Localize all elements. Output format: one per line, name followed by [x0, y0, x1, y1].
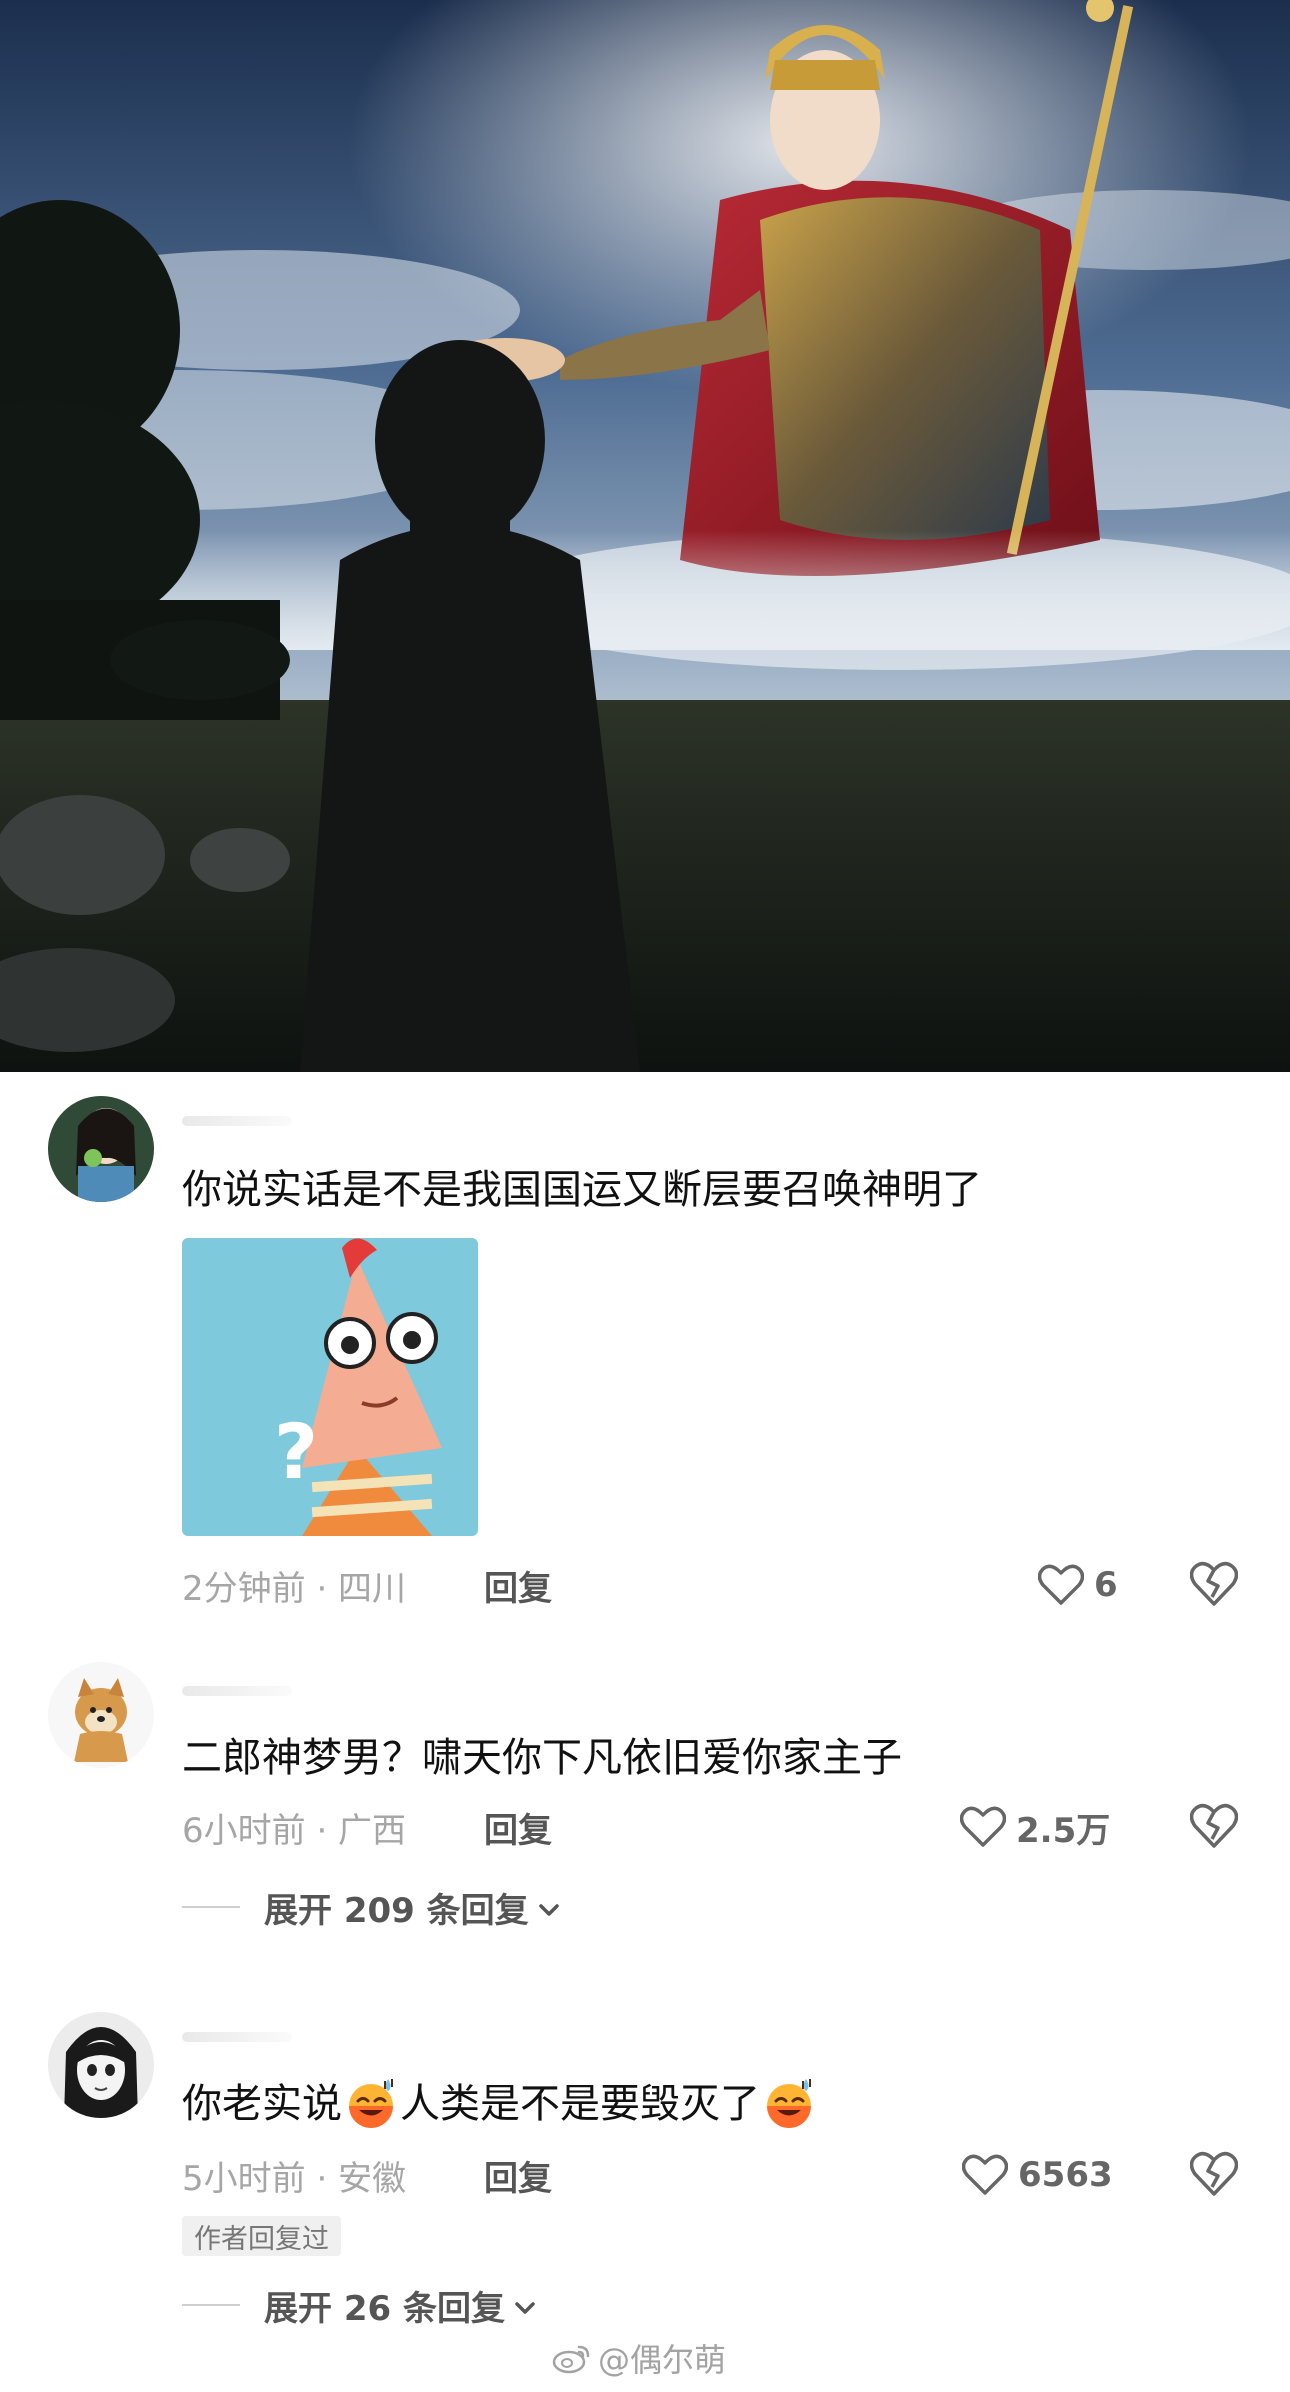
like-count: 6563: [1018, 2155, 1113, 2195]
expand-label: 展开 26 条回复: [264, 2288, 505, 2329]
reply-button[interactable]: 回复: [484, 2150, 552, 2200]
like-button[interactable]: 2.5万: [960, 1802, 1110, 1852]
comment-meta: 5小时前 · 安徽: [182, 2158, 407, 2199]
comment-meta: 6小时前 · 广西: [182, 1810, 407, 1851]
post-image[interactable]: [0, 0, 1290, 1072]
comment-text-part: 你老实说: [182, 2081, 342, 2127]
comment-text-part: 人类是不是要毁灭了: [400, 2081, 760, 2127]
dislike-button[interactable]: [1190, 2151, 1238, 2199]
avatar[interactable]: [48, 1662, 154, 1768]
divider-line: [182, 1906, 240, 1908]
watermark-text: @偶尔萌: [598, 2341, 727, 2379]
watermark: @偶尔萌: [552, 2334, 726, 2382]
sticker-image[interactable]: ?: [182, 1238, 478, 1536]
weibo-icon: [552, 2341, 598, 2375]
heart-icon: [960, 1806, 1006, 1848]
heart-icon: [1038, 1564, 1084, 1606]
like-button[interactable]: 6: [1038, 1560, 1118, 1610]
avatar[interactable]: [48, 1096, 154, 1202]
heart-icon: [962, 2154, 1008, 2196]
divider-line: [182, 2304, 240, 2306]
expand-replies-button[interactable]: 展开 26 条回复: [182, 2280, 537, 2330]
broken-heart-icon: [1190, 1561, 1238, 1607]
like-count: 6: [1094, 1565, 1118, 1605]
like-count: 2.5万: [1016, 1810, 1111, 1851]
comment-item: 你说实话是不是我国国运又断层要召唤神明了 ? 2分钟前 · 四川 回复 6: [0, 1072, 1290, 1612]
username[interactable]: [182, 1686, 292, 1696]
dislike-button[interactable]: [1190, 1561, 1238, 1609]
avatar[interactable]: [48, 2012, 154, 2118]
comment-text: 你说实话是不是我国国运又断层要召唤神明了: [182, 1167, 982, 1213]
comment-meta: 2分钟前 · 四川: [182, 1568, 407, 1609]
question-mark: ?: [274, 1407, 319, 1496]
chevron-down-icon: [513, 2285, 537, 2325]
comment-item: 你老实说 人类是不是要毁灭了 5小时前 · 安徽 回复 6563 作者回复过 展…: [0, 1990, 1290, 2330]
comment-item: 二郎神梦男？啸天你下凡依旧爱你家主子 6小时前 · 广西 回复 2.5万 展开 …: [0, 1640, 1290, 1960]
sweat-smile-emoji: [344, 2077, 398, 2131]
username[interactable]: [182, 2032, 292, 2042]
expand-replies-button[interactable]: 展开 209 条回复: [182, 1882, 561, 1932]
username[interactable]: [182, 1116, 292, 1126]
author-replied-badge: 作者回复过: [182, 2216, 341, 2256]
dislike-button[interactable]: [1190, 1803, 1238, 1851]
reply-button[interactable]: 回复: [484, 1560, 552, 1610]
broken-heart-icon: [1190, 1803, 1238, 1849]
comment-text: 二郎神梦男？啸天你下凡依旧爱你家主子: [182, 1735, 902, 1781]
like-button[interactable]: 6563: [962, 2150, 1113, 2200]
broken-heart-icon: [1190, 2151, 1238, 2197]
reply-button[interactable]: 回复: [484, 1802, 552, 1852]
chevron-down-icon: [537, 1887, 561, 1927]
sweat-smile-emoji: [762, 2077, 816, 2131]
comment-text: 你老实说 人类是不是要毁灭了: [182, 2076, 818, 2132]
expand-label: 展开 209 条回复: [264, 1890, 529, 1931]
